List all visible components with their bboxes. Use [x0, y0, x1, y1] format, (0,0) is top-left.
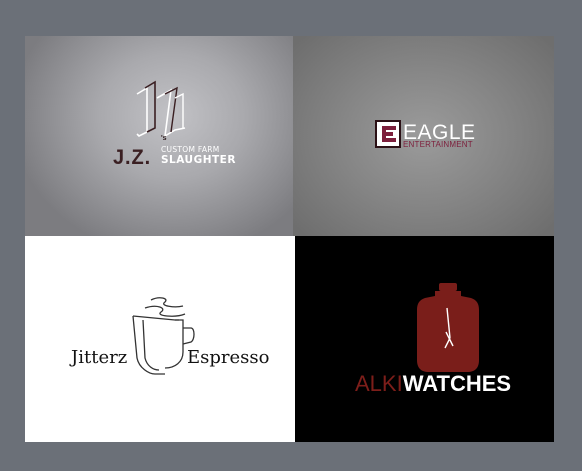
coffee-cup-icon — [132, 297, 195, 375]
bottle-watch-icon — [417, 283, 479, 372]
eagle-subtitle-text: ENTERTAINMENT — [403, 140, 473, 149]
jitterz-logo-panel: Jitterz Espresso — [25, 236, 295, 442]
jz-logo-panel: J.Z. 's CUSTOM FARM SLAUGHTER — [25, 36, 293, 236]
logo-board: J.Z. 's CUSTOM FARM SLAUGHTER EAGLE ENTE… — [25, 36, 554, 442]
jz-monogram-icon — [136, 80, 186, 138]
alki-part1-text: ALKI — [355, 371, 403, 396]
jitterz-left-text: Jitterz — [71, 347, 128, 368]
jz-subtitle: CUSTOM FARM SLAUGHTER — [161, 144, 236, 166]
jz-possessive-text: 's — [161, 135, 167, 142]
eagle-logo-panel: EAGLE ENTERTAINMENT — [293, 36, 554, 236]
jz-name-text: J.Z. — [113, 146, 152, 169]
jitterz-right-text: Espresso — [187, 347, 270, 368]
alki-wordmark: ALKIWATCHES — [355, 371, 511, 397]
alki-logo-panel: ALKIWATCHES — [295, 236, 554, 442]
alki-part2-text: WATCHES — [402, 371, 512, 396]
jz-subtitle-line2: SLAUGHTER — [161, 154, 236, 166]
